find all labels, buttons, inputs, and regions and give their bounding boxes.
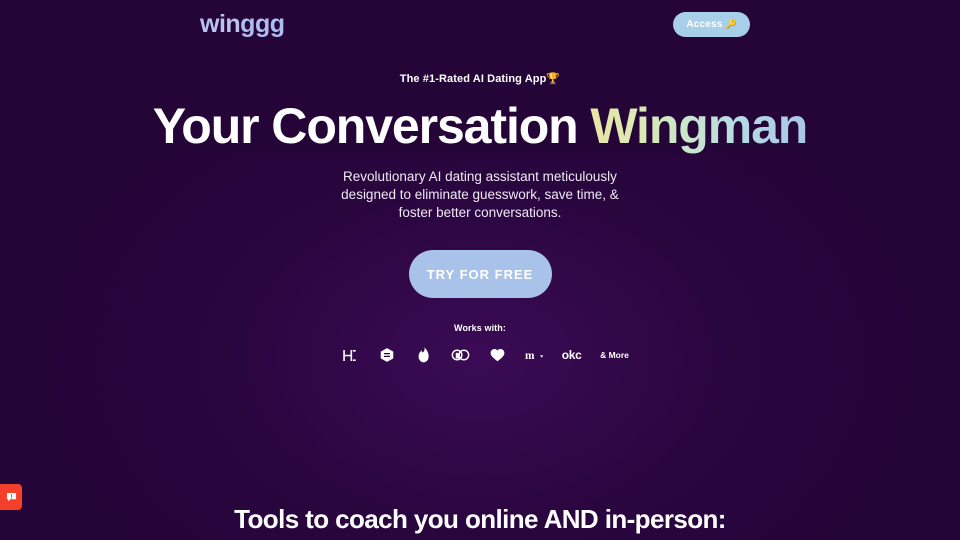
- site-logo[interactable]: winggg: [200, 9, 285, 38]
- headline-gradient: Wingman: [590, 98, 808, 154]
- tools-section-title: Tools to coach you online AND in-person:: [234, 504, 726, 534]
- speech-bubble-icon: [6, 492, 16, 501]
- works-with-section: Works with: m okc & More: [0, 324, 960, 366]
- tools-section: Tools to coach you online AND in-person:: [0, 504, 960, 535]
- hero-section: The #1-Rated AI Dating App🏆 Your Convers…: [0, 48, 960, 366]
- badoo-icon[interactable]: [442, 344, 479, 366]
- more-brands-label[interactable]: & More: [600, 350, 629, 360]
- feedback-widget-button[interactable]: [0, 484, 22, 510]
- site-header: winggg Access 🔑: [0, 0, 960, 48]
- okcupid-label: okc: [561, 348, 582, 363]
- okcupid-icon[interactable]: okc: [553, 344, 590, 366]
- logo-text-win: win: [200, 9, 241, 38]
- bumble-icon[interactable]: [368, 344, 405, 366]
- hero-subheading: Revolutionary AI dating assistant meticu…: [341, 169, 619, 220]
- brand-logo-row: m okc & More: [0, 344, 960, 366]
- page-title: Your Conversation Wingman: [0, 99, 960, 153]
- tinder-flame-icon[interactable]: [405, 344, 442, 366]
- try-for-free-button[interactable]: TRY FOR FREE: [408, 250, 552, 299]
- match-icon[interactable]: m: [516, 344, 553, 366]
- hinge-icon[interactable]: [331, 344, 368, 366]
- key-icon: 🔑: [725, 19, 737, 29]
- access-button-label: Access: [686, 19, 723, 30]
- works-with-label: Works with:: [454, 323, 506, 334]
- hero-eyebrow: The #1-Rated AI Dating App🏆: [0, 74, 960, 85]
- hero-eyebrow-text: The #1-Rated AI Dating App: [399, 73, 547, 85]
- headline-plain: Your Conversation: [152, 98, 591, 154]
- cta-container: TRY FOR FREE: [0, 250, 960, 299]
- access-button[interactable]: Access 🔑: [673, 12, 750, 37]
- trophy-icon: 🏆: [546, 73, 561, 85]
- svg-text:m: m: [525, 350, 535, 362]
- logo-text-ggg: ggg: [240, 9, 285, 38]
- match-heart-icon[interactable]: [479, 344, 516, 366]
- landing-page: winggg Access 🔑 The #1-Rated AI Dating A…: [0, 0, 960, 540]
